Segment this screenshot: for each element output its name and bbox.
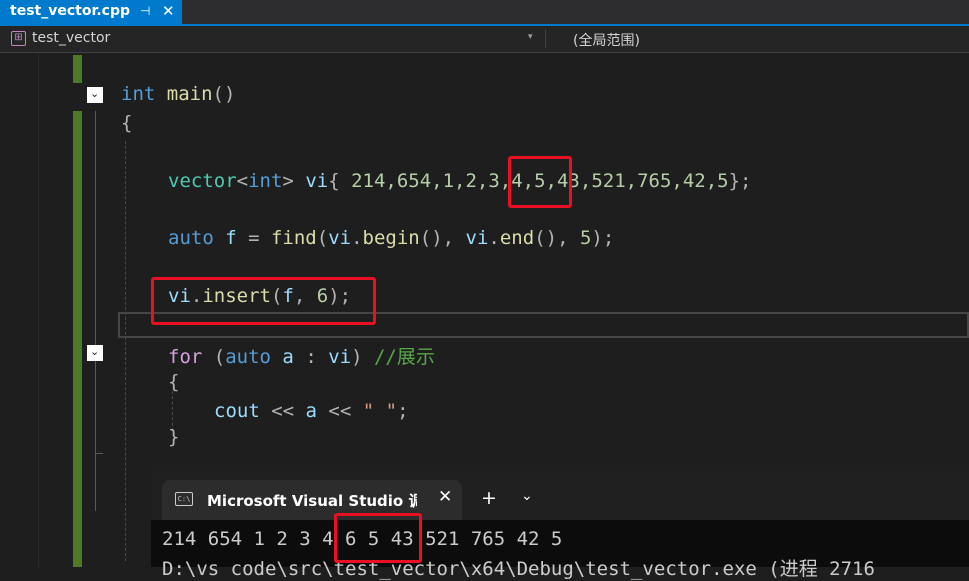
code-line-for: for (auto a : vi) //展示 [168,346,435,368]
code-line-open-brace: { [121,112,133,134]
code-line-for-close: } [168,426,180,448]
code-line-main: int main() [121,83,236,105]
collapse-icon: ⌄ [90,345,100,358]
fold-toggle-for[interactable]: ⌄ [87,345,103,361]
console-tab-bar: C:\ Microsoft Visual Studio 调试控制台 ✕ + ⌄ [151,465,969,520]
highlight-box-insert [151,277,376,325]
change-tracking-bar [73,111,82,567]
document-tab-bar: test_vector.cpp ⊣ ✕ [0,0,969,26]
gutter-divider [38,53,39,567]
indent-guide [172,391,173,431]
code-line-cout: cout << a << " "; [214,400,409,422]
pin-icon[interactable]: ⊣ [140,4,150,18]
chevron-down-icon[interactable]: ▾ [528,32,533,42]
outline-end [95,453,103,454]
console-path-line: D:\vs code\src\test_vector\x64\Debug\tes… [162,558,875,580]
tab-title: test_vector.cpp [10,3,131,19]
document-tab[interactable]: test_vector.cpp ⊣ ✕ [0,0,182,24]
console-title: Microsoft Visual Studio 调试控制台 [207,492,417,510]
project-scope-dropdown[interactable]: test_vector [32,30,110,46]
collapse-icon: ⌄ [90,87,100,100]
close-icon[interactable]: ✕ [438,487,452,507]
project-icon: ⊞ [11,31,26,46]
code-line-for-open: { [168,371,180,393]
nav-divider [545,29,546,48]
code-line-vector: vector<int> vi{ 214,654,1,2,3,4,5,43,521… [168,170,752,192]
highlight-box-4-5 [508,156,572,208]
debug-console-window[interactable]: C:\ Microsoft Visual Studio 调试控制台 ✕ + ⌄ … [151,465,969,580]
highlight-box-4-6-5 [334,513,422,563]
new-tab-button[interactable]: + [481,487,497,509]
navigation-bar: ⊞ test_vector ▾ (全局范围) [0,26,969,53]
outline-line [95,111,96,511]
code-line-find: auto f = find(vi.begin(), vi.end(), 5); [168,227,615,249]
close-icon[interactable]: ✕ [162,2,175,20]
console-icon: C:\ [175,492,193,506]
change-tracking-bar [73,55,82,83]
indent-guide [125,141,126,561]
member-scope-dropdown[interactable]: (全局范围) [573,30,640,50]
fold-toggle-main[interactable]: ⌄ [87,87,103,103]
chevron-down-icon[interactable]: ⌄ [521,488,533,504]
